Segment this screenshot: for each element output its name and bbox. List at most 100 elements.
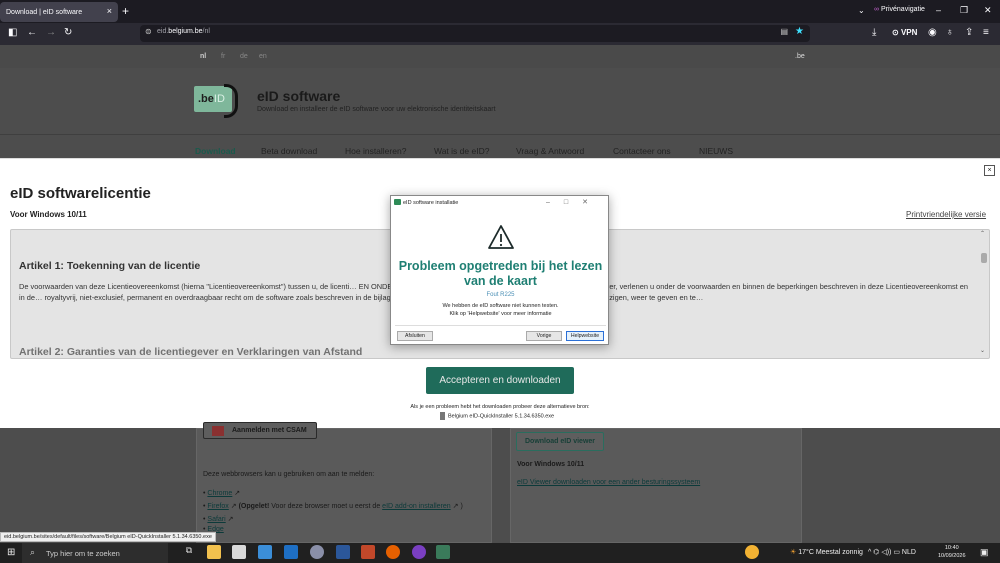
new-tab-button[interactable]: + — [122, 4, 129, 18]
nav-hoe-installeren[interactable]: Hoe installeren? — [345, 146, 406, 156]
vpn-button[interactable]: ⊙ VPN — [892, 28, 917, 37]
browser-tab-bar — [0, 0, 1000, 23]
minimize-button[interactable]: – — [936, 5, 941, 15]
display-icon[interactable]: ▭ — [893, 549, 900, 556]
close-installer-button[interactable]: Afsluiten — [397, 331, 433, 341]
print-friendly-link[interactable]: Printvriendelijke versie — [906, 210, 986, 219]
status-url: eid.belgium.be/sites/default/files/softw… — [0, 532, 216, 542]
lang-de[interactable]: de — [240, 53, 248, 60]
nav-vraag-antwoord[interactable]: Vraag & Antwoord — [516, 146, 584, 156]
browser-tab-active[interactable]: Download | eID software × — [0, 2, 118, 22]
accept-download-button[interactable]: Accepteren en downloaden — [426, 367, 574, 394]
word-icon[interactable] — [336, 545, 350, 559]
language-indicator[interactable]: NLD — [902, 549, 916, 556]
external-link-icon: ↗ — [234, 490, 241, 497]
maximize-button[interactable]: ❐ — [960, 5, 968, 16]
dialog-heading: Probleem opgetreden bij het lezen van de… — [398, 259, 603, 288]
warning-icon — [488, 225, 514, 249]
tab-title: Download | eID software — [6, 8, 83, 16]
volume-icon[interactable]: ◁)) — [881, 549, 891, 556]
dialog-window-controls[interactable]: –□✕ — [546, 198, 602, 206]
eid-logo[interactable]: .beID — [194, 84, 242, 118]
file-icon — [440, 412, 445, 420]
license-title: eID softwarelicentie — [10, 185, 151, 202]
csam-login-button[interactable]: Aanmelden met CSAM — [203, 422, 317, 439]
weather-widget[interactable]: ☀ 17°C Meestal zonnig — [790, 548, 863, 556]
app-icon-generic[interactable] — [310, 545, 324, 559]
search-icon: ⌕ — [30, 547, 36, 557]
outlook-icon[interactable] — [284, 545, 298, 559]
system-tray[interactable]: ^ ⌬ ◁)) ▭ NLD — [868, 548, 916, 556]
lang-fr[interactable]: fr — [221, 53, 225, 60]
installer-dialog: eID software installatie –□✕ Probleem op… — [390, 195, 609, 345]
license-scrollbar[interactable]: ⌃ ⌄ — [979, 229, 989, 359]
reload-icon[interactable]: ↻ — [64, 27, 72, 38]
site-header — [0, 68, 1000, 134]
eid-installer-icon[interactable] — [436, 545, 450, 559]
lang-en[interactable]: en — [259, 53, 267, 60]
dialog-title: eID software installatie — [403, 200, 459, 206]
browsers-text: Deze webbrowsers kan u gebruiken om aan … — [203, 471, 375, 478]
help-website-button[interactable]: Helpwebsite — [566, 331, 604, 341]
lang-nl[interactable]: nl — [200, 53, 206, 60]
start-icon[interactable]: ⊞ — [7, 547, 15, 558]
csam-icon — [212, 426, 224, 436]
bookmark-star-icon[interactable]: ★ — [795, 26, 804, 37]
media-icon[interactable] — [361, 545, 375, 559]
overlay-close-icon[interactable]: × — [984, 165, 995, 176]
notifications-icon[interactable]: ▣ — [980, 547, 989, 558]
taskbar-search[interactable]: ⌕ Typ hier om te zoeken — [22, 543, 168, 563]
file-explorer-icon[interactable] — [207, 545, 221, 559]
safari-link[interactable]: Safari — [207, 516, 225, 523]
alternative-file-link[interactable]: Belgium eID-QuickInstaller 5.1.34.6350.e… — [440, 412, 554, 420]
extension-icon[interactable]: ◉ — [928, 27, 937, 38]
eid-addon-link[interactable]: eID add-on installeren — [382, 503, 451, 510]
page-background-lower — [0, 428, 1000, 543]
clock[interactable]: 10:40 10/09/2026 — [938, 544, 966, 560]
url-bar[interactable]: ⊜ eid.belgium.be/nl ▤ ★ — [140, 25, 810, 42]
site-info-icon[interactable]: ⊜ — [145, 27, 152, 36]
scroll-down-icon[interactable]: ⌄ — [980, 347, 985, 354]
dialog-divider — [395, 325, 606, 326]
downloads-icon[interactable]: ⤓ — [872, 27, 876, 38]
chrome-link[interactable]: Chrome — [207, 490, 232, 497]
nav-contacteer-ons[interactable]: Contacteer ons — [613, 146, 671, 156]
belgium-be-link[interactable]: .be — [795, 53, 805, 60]
logo-bracket — [224, 84, 238, 118]
download-viewer-button[interactable]: Download eID viewer — [516, 432, 604, 451]
store-icon[interactable] — [232, 545, 246, 559]
tray-chevron-icon[interactable]: ^ — [868, 549, 871, 556]
scroll-thumb[interactable] — [981, 253, 987, 263]
back-arrow-icon[interactable]: ← — [27, 27, 37, 38]
clock-time: 10:40 — [944, 545, 959, 551]
network-icon[interactable]: ⌬ — [873, 549, 879, 556]
private-mask-icon: ∞ — [874, 6, 879, 13]
mail-icon[interactable] — [258, 545, 272, 559]
sun-icon: ☀ — [790, 549, 797, 556]
nav-beta-download[interactable]: Beta download — [261, 146, 317, 156]
sidebar-icon[interactable]: ◧ — [8, 27, 17, 38]
nav-download[interactable]: Download — [195, 146, 236, 156]
url-text: eid.belgium.be/nl — [157, 28, 210, 35]
share-icon[interactable]: ⇪ — [965, 27, 973, 38]
nav-nieuws[interactable]: NIEUWS — [699, 146, 733, 156]
tab-close-icon[interactable]: × — [107, 6, 112, 16]
firefox-icon[interactable] — [386, 545, 400, 559]
article-2-title: Artikel 2: Garanties van de licentiegeve… — [19, 346, 363, 358]
task-view-icon[interactable]: ⧉ — [182, 545, 196, 559]
firefox-link[interactable]: Firefox — [207, 503, 228, 510]
close-window-button[interactable]: ✕ — [984, 5, 992, 16]
help-tray-icon[interactable] — [745, 545, 759, 559]
scroll-up-icon[interactable]: ⌃ — [980, 230, 985, 237]
puzzle-icon[interactable]: ♁ — [946, 27, 954, 38]
private-firefox-icon[interactable] — [412, 545, 426, 559]
viewer-other-os-link[interactable]: eID Viewer downloaden voor een ander bes… — [517, 479, 700, 486]
previous-button[interactable]: Vorige — [526, 331, 562, 341]
menu-icon[interactable]: ≡ — [983, 27, 989, 38]
nav-wat-is-eid[interactable]: Wat is de eID? — [434, 146, 489, 156]
app-icon — [394, 199, 401, 205]
tab-list-chevron-icon[interactable]: ⌄ — [858, 6, 865, 15]
reader-view-icon[interactable]: ▤ — [780, 27, 788, 36]
private-browsing-badge: ∞ Privénavigatie — [874, 6, 925, 13]
forward-arrow-icon[interactable]: → — [46, 27, 56, 38]
